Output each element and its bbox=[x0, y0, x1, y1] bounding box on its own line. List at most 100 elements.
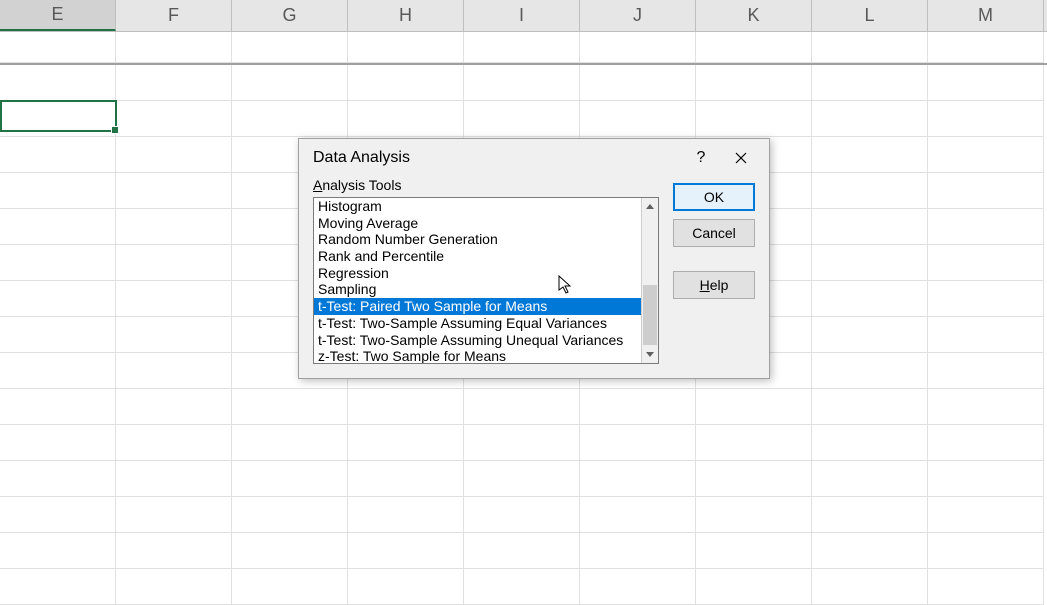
cell[interactable] bbox=[116, 461, 232, 497]
cell[interactable] bbox=[232, 101, 348, 137]
list-item[interactable]: Random Number Generation bbox=[314, 231, 641, 248]
cell[interactable] bbox=[0, 353, 116, 389]
cell[interactable] bbox=[928, 32, 1044, 63]
cell[interactable] bbox=[232, 65, 348, 101]
cell[interactable] bbox=[116, 389, 232, 425]
cell[interactable] bbox=[348, 389, 464, 425]
cell[interactable] bbox=[696, 65, 812, 101]
cell[interactable] bbox=[928, 209, 1044, 245]
cell[interactable] bbox=[812, 137, 928, 173]
cell[interactable] bbox=[812, 425, 928, 461]
help-button[interactable]: Help bbox=[673, 271, 755, 299]
cell[interactable] bbox=[812, 101, 928, 137]
scroll-up-icon[interactable] bbox=[642, 198, 658, 215]
cell[interactable] bbox=[232, 425, 348, 461]
cell[interactable] bbox=[464, 461, 580, 497]
close-icon[interactable] bbox=[721, 143, 761, 173]
cell[interactable] bbox=[116, 101, 232, 137]
cell[interactable] bbox=[928, 389, 1044, 425]
cell[interactable] bbox=[928, 425, 1044, 461]
list-item[interactable]: z-Test: Two Sample for Means bbox=[314, 348, 641, 363]
cell[interactable] bbox=[0, 533, 116, 569]
column-header-H[interactable]: H bbox=[348, 0, 464, 31]
cell[interactable] bbox=[812, 461, 928, 497]
cell[interactable] bbox=[928, 101, 1044, 137]
cell[interactable] bbox=[464, 32, 580, 63]
cell[interactable] bbox=[232, 32, 348, 63]
help-icon[interactable]: ? bbox=[681, 143, 721, 173]
cell[interactable] bbox=[812, 173, 928, 209]
cell[interactable] bbox=[580, 101, 696, 137]
cell[interactable] bbox=[928, 461, 1044, 497]
cell[interactable] bbox=[812, 533, 928, 569]
cell[interactable] bbox=[812, 317, 928, 353]
cell[interactable] bbox=[0, 497, 116, 533]
cell[interactable] bbox=[696, 569, 812, 605]
cell[interactable] bbox=[464, 425, 580, 461]
cell[interactable] bbox=[348, 497, 464, 533]
column-header-M[interactable]: M bbox=[928, 0, 1044, 31]
cell[interactable] bbox=[928, 533, 1044, 569]
cell[interactable] bbox=[464, 65, 580, 101]
cell[interactable] bbox=[928, 353, 1044, 389]
cell[interactable] bbox=[116, 281, 232, 317]
cell[interactable] bbox=[696, 101, 812, 137]
cell[interactable] bbox=[464, 389, 580, 425]
cell[interactable] bbox=[580, 461, 696, 497]
cell[interactable] bbox=[232, 461, 348, 497]
cell[interactable] bbox=[0, 569, 116, 605]
cell[interactable] bbox=[232, 497, 348, 533]
cell[interactable] bbox=[348, 65, 464, 101]
cell[interactable] bbox=[928, 173, 1044, 209]
cell[interactable] bbox=[116, 497, 232, 533]
cell[interactable] bbox=[580, 425, 696, 461]
list-item[interactable]: t-Test: Two-Sample Assuming Equal Varian… bbox=[314, 315, 641, 332]
cell[interactable] bbox=[580, 569, 696, 605]
cell[interactable] bbox=[232, 533, 348, 569]
column-header-F[interactable]: F bbox=[116, 0, 232, 31]
cancel-button[interactable]: Cancel bbox=[673, 219, 755, 247]
cell[interactable] bbox=[0, 101, 116, 137]
cell[interactable] bbox=[116, 317, 232, 353]
scroll-track[interactable] bbox=[642, 215, 658, 346]
cell[interactable] bbox=[812, 569, 928, 605]
cell[interactable] bbox=[696, 461, 812, 497]
cell[interactable] bbox=[812, 32, 928, 63]
cell[interactable] bbox=[464, 569, 580, 605]
cell[interactable] bbox=[116, 425, 232, 461]
column-header-K[interactable]: K bbox=[696, 0, 812, 31]
column-header-E[interactable]: E bbox=[0, 0, 116, 31]
cell[interactable] bbox=[928, 245, 1044, 281]
cell[interactable] bbox=[116, 353, 232, 389]
cell[interactable] bbox=[0, 461, 116, 497]
list-item[interactable]: Rank and Percentile bbox=[314, 248, 641, 265]
cell[interactable] bbox=[812, 209, 928, 245]
cell[interactable] bbox=[696, 389, 812, 425]
cell[interactable] bbox=[0, 32, 116, 63]
cell[interactable] bbox=[928, 281, 1044, 317]
cell[interactable] bbox=[0, 389, 116, 425]
cell[interactable] bbox=[464, 101, 580, 137]
cell[interactable] bbox=[928, 317, 1044, 353]
scroll-down-icon[interactable] bbox=[642, 346, 658, 363]
cell[interactable] bbox=[0, 65, 116, 101]
cell[interactable] bbox=[0, 137, 116, 173]
cell[interactable] bbox=[580, 389, 696, 425]
cell[interactable] bbox=[232, 389, 348, 425]
cell[interactable] bbox=[348, 461, 464, 497]
column-header-I[interactable]: I bbox=[464, 0, 580, 31]
cell[interactable] bbox=[812, 281, 928, 317]
cell[interactable] bbox=[348, 32, 464, 63]
column-header-G[interactable]: G bbox=[232, 0, 348, 31]
ok-button[interactable]: OK bbox=[673, 183, 755, 211]
cell[interactable] bbox=[348, 569, 464, 605]
cell[interactable] bbox=[0, 317, 116, 353]
cell[interactable] bbox=[696, 533, 812, 569]
cell[interactable] bbox=[812, 389, 928, 425]
cell[interactable] bbox=[580, 533, 696, 569]
cell[interactable] bbox=[812, 353, 928, 389]
cell[interactable] bbox=[0, 173, 116, 209]
analysis-tools-listbox[interactable]: HistogramMoving AverageRandom Number Gen… bbox=[313, 197, 659, 364]
list-item[interactable]: t-Test: Two-Sample Assuming Unequal Vari… bbox=[314, 332, 641, 349]
cell[interactable] bbox=[232, 569, 348, 605]
